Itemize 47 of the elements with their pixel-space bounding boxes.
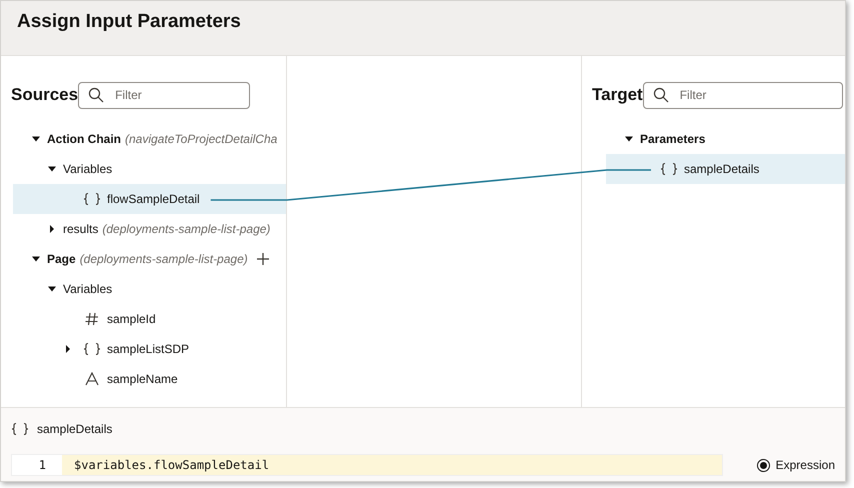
- item-detail: (deployments-sample-list-page): [80, 251, 248, 268]
- radio-label: Expression: [776, 457, 835, 474]
- item-label: sampleId: [107, 311, 156, 328]
- line-number: 1: [38, 457, 47, 474]
- tree-item[interactable]: sampleName: [13, 364, 286, 394]
- caret-down-icon[interactable]: [45, 284, 59, 294]
- expression-editor[interactable]: 1 $variables.flowSampleDetail: [11, 454, 723, 476]
- target-heading: Target: [592, 84, 643, 106]
- tree-item[interactable]: sampleListSDP: [13, 334, 286, 364]
- item-label: Action Chain: [47, 131, 121, 148]
- braces-icon: [660, 162, 678, 176]
- tree-item[interactable]: results (deployments-sample-list-page): [13, 214, 286, 244]
- item-label: Page: [47, 251, 76, 268]
- item-label: Parameters: [640, 131, 706, 148]
- braces-icon: [83, 192, 101, 206]
- braces-icon: [83, 342, 101, 356]
- braces-icon: [11, 422, 29, 436]
- item-label: results: [63, 221, 98, 238]
- filter-field[interactable]: Filter: [642, 82, 843, 108]
- item-label: sampleListSDP: [107, 341, 190, 358]
- tree-item[interactable]: sampleId: [13, 304, 286, 334]
- item-label: sampleDetails: [684, 161, 760, 178]
- tree-item[interactable]: Action Chain (navigateToProjectDetailCha: [13, 124, 286, 154]
- add-icon[interactable]: [256, 252, 270, 266]
- caret-down-icon[interactable]: [29, 254, 43, 264]
- dialog-title: Assign Input Parameters: [17, 11, 241, 34]
- tree-item[interactable]: Variables: [13, 154, 286, 184]
- filter-field[interactable]: Filter: [78, 82, 250, 108]
- hash-icon: [83, 312, 101, 326]
- tree-item[interactable]: flowSampleDetail: [13, 184, 286, 214]
- tree-item[interactable]: sampleDetails: [606, 154, 845, 184]
- sources-heading: Sources: [11, 84, 78, 106]
- item-label: Variables: [63, 281, 112, 298]
- tree-item[interactable]: Variables: [13, 274, 286, 304]
- mapping-label: sampleDetails: [37, 421, 112, 438]
- caret-down-icon[interactable]: [29, 134, 43, 144]
- caret-down-icon[interactable]: [45, 164, 59, 174]
- caret-down-icon[interactable]: [622, 134, 636, 144]
- item-label: flowSampleDetail: [107, 191, 200, 208]
- radio-button[interactable]: [756, 458, 770, 472]
- item-label: Variables: [63, 161, 112, 178]
- item-detail: (deployments-sample-list-page): [102, 221, 270, 238]
- item-detail: (navigateToProjectDetailCha: [125, 131, 278, 148]
- tree-item[interactable]: Page (deployments-sample-list-page): [13, 244, 286, 274]
- tree-item[interactable]: Parameters: [606, 124, 845, 154]
- letter-icon: [83, 372, 101, 386]
- item-label: sampleName: [107, 371, 178, 388]
